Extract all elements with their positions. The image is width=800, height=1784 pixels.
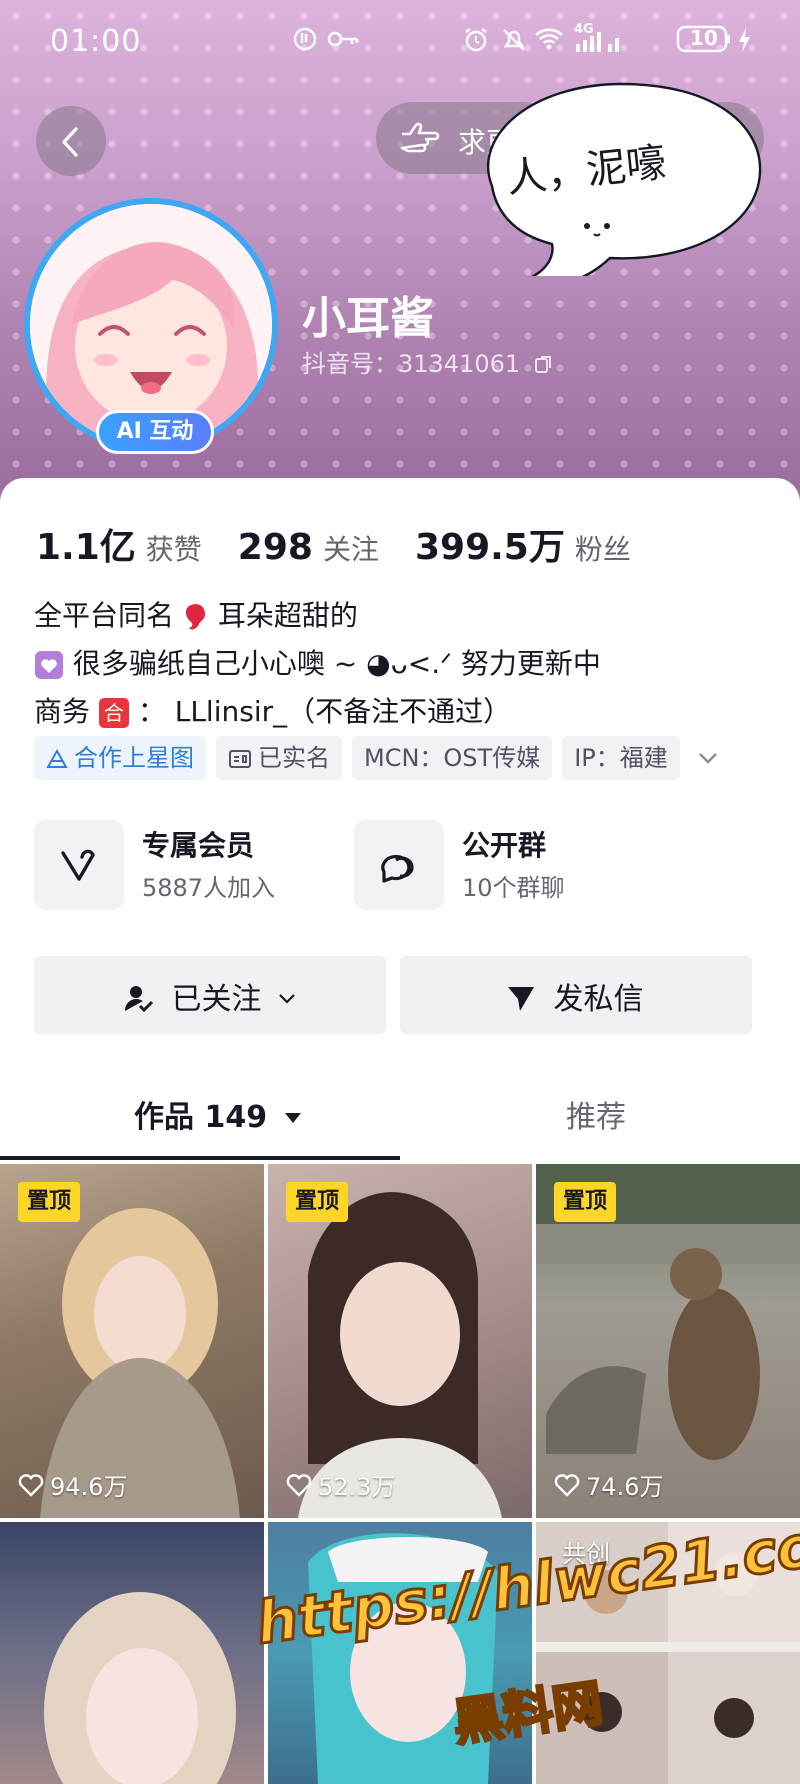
chevron-down-icon [279, 994, 295, 1004]
stats-row: 1.1亿 获赞 298 关注 399.5万 粉丝 [36, 518, 667, 568]
battery-level: 10 [690, 26, 718, 50]
alarm-icon [465, 28, 487, 52]
exclusive-membership-entry[interactable]: 专属会员 5887人加入 [34, 820, 294, 910]
membership-icon-box [34, 820, 124, 910]
wifi-icon [535, 28, 563, 50]
membership-title: 专属会员 [142, 829, 255, 862]
video-thumbnail[interactable]: 置顶 94.6万 [0, 1164, 264, 1518]
video-grid: 置顶 94.6万 置顶 52.3万 置顶 74.6万 共创 [0, 1164, 800, 1784]
v-heart-icon [61, 849, 95, 881]
tag-verified[interactable]: 已实名 [216, 736, 342, 780]
stat-following-label: 关注 [322, 533, 379, 566]
caret-down-icon [284, 1113, 301, 1123]
red-ear-emoji-icon [185, 604, 205, 630]
send-icon [508, 987, 534, 1011]
chevron-down-icon[interactable] [696, 746, 720, 770]
profile-card: 1.1亿 获赞 298 关注 399.5万 粉丝 全平台同名 耳朵超甜的 很多骗纸自己… [0, 478, 800, 1178]
bio-line-1-head: 全平台同名 [34, 599, 175, 632]
video-preview-image [44, 1592, 236, 1784]
profile-header: 01:00 4G 10 求更新 [0, 0, 800, 500]
bio-line-3-tail: ： LLlinsir_（不备注不通过） [137, 695, 512, 728]
charging-icon [739, 28, 750, 52]
tag-xingtu[interactable]: 合作上星图 [34, 736, 206, 780]
pinned-badge: 置顶 [286, 1182, 349, 1222]
copy-icon[interactable] [534, 354, 554, 374]
business-badge-icon: 合 [98, 698, 129, 728]
send-message-button[interactable]: 发私信 [400, 956, 752, 1034]
following-label: 已关注 [171, 982, 262, 1017]
pinned-badge: 置顶 [18, 1182, 81, 1222]
like-count-value: 74.6万 [586, 1473, 664, 1501]
bio-line-2: 很多骗纸自己小心噢 ~ ◕ᴗ<.ᐟ 努力更新中 [34, 642, 601, 682]
bio-line-1: 全平台同名 耳朵超甜的 [34, 594, 358, 634]
bio-line-2-text: 很多骗纸自己小心噢 ~ ◕ᴗ<.ᐟ 努力更新中 [72, 647, 601, 680]
speech-bubble-sticker: 人，泥嚎 [452, 76, 772, 285]
back-button[interactable] [36, 106, 106, 176]
purple-heart-icon [35, 651, 63, 679]
like-count-value: 52.3万 [318, 1473, 396, 1501]
like-count: 74.6万 [554, 1467, 663, 1502]
bio-line-3: 商务 合 ： LLlinsir_（不备注不通过） [34, 690, 511, 730]
like-count: 94.6万 [18, 1467, 127, 1502]
stat-likes-label: 获赞 [145, 533, 202, 566]
like-count: 52.3万 [286, 1467, 395, 1502]
heart-icon [286, 1473, 312, 1497]
stat-likes-value: 1.1亿 [36, 527, 136, 568]
tag-ip-location[interactable]: IP：福建 [562, 736, 680, 780]
bio-line-1-tail: 耳朵超甜的 [217, 599, 358, 632]
pointing-hand-icon [400, 122, 440, 153]
status-time: 01:00 [50, 24, 142, 59]
stat-followers-label: 粉丝 [574, 533, 631, 566]
stat-followers-value: 399.5万 [414, 527, 565, 568]
group-icon-box [354, 820, 444, 910]
signal-icon [576, 32, 619, 52]
tag-row: 合作上星图 已实名 MCN：OST传媒 IP：福建 [34, 736, 720, 780]
bio-line-3-prefix: 商务 [34, 695, 91, 728]
id-card-icon [229, 750, 251, 768]
key-icon [327, 31, 359, 47]
like-count-value: 94.6万 [50, 1473, 128, 1501]
mute-icon [503, 29, 525, 51]
public-group-entry[interactable]: 公开群 10个群聊 [354, 820, 614, 910]
group-subtitle: 10个群聊 [462, 874, 565, 902]
username: 小耳酱 [302, 293, 434, 344]
group-title: 公开群 [462, 829, 547, 862]
following-button[interactable]: 已关注 [34, 956, 386, 1034]
tag-mcn[interactable]: MCN：OST传媒 [352, 736, 553, 780]
tab-works[interactable]: 作品 149 [134, 1092, 302, 1136]
tag-xingtu-label: 合作上星图 [74, 744, 194, 772]
tag-verified-label: 已实名 [258, 744, 330, 772]
stat-following-value: 298 [237, 527, 313, 568]
xingtu-icon [46, 748, 68, 768]
video-thumbnail[interactable]: 置顶 74.6万 [536, 1164, 800, 1518]
chat-bubbles-icon [381, 854, 414, 883]
video-thumbnail[interactable]: 置顶 52.3万 [268, 1164, 532, 1518]
user-check-icon [125, 986, 154, 1013]
douyin-id[interactable]: 抖音号：31341061 [302, 344, 554, 379]
douyin-id-text: 抖音号：31341061 [302, 350, 521, 378]
tab-recommend[interactable]: 推荐 [566, 1092, 626, 1136]
tab-works-label: 作品 149 [134, 1100, 268, 1135]
heart-icon [554, 1473, 580, 1497]
ai-interaction-badge[interactable]: AI 互动 [96, 410, 214, 454]
heart-icon [18, 1473, 44, 1497]
chevron-left-icon [62, 127, 78, 157]
tab-indicator [0, 1156, 400, 1160]
membership-subtitle: 5887人加入 [142, 874, 276, 902]
profile-screen: 01:00 4G 10 求更新 [0, 0, 800, 1784]
send-message-label: 发私信 [553, 982, 644, 1017]
content-tabs: 作品 149 推荐 [0, 1080, 800, 1160]
status-bar: 01:00 4G 10 [0, 20, 800, 64]
video-thumbnail[interactable] [0, 1522, 264, 1784]
notification-icon [293, 27, 317, 51]
pinned-badge: 置顶 [554, 1182, 617, 1222]
